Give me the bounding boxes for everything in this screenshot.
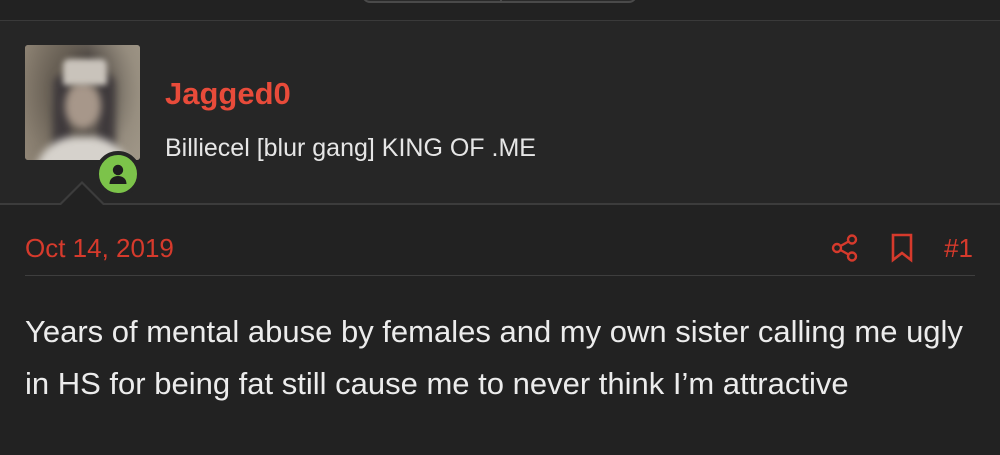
pagination-control[interactable] [362,0,637,3]
post-number-link[interactable]: #1 [944,233,973,263]
user-header: Jagged0 Billiecel [blur gang] KING OF .M… [0,21,1000,204]
post-actions: #1 [800,231,973,265]
user-icon [109,164,127,184]
user-title: Billiecel [blur gang] KING OF .ME [165,134,536,162]
avatar-crown [63,59,107,85]
avatar[interactable] [25,45,140,160]
post-body: Years of mental abuse by females and my … [25,314,963,401]
post-date-link[interactable]: Oct 14, 2019 [25,233,174,263]
bookmark-icon[interactable] [890,233,914,263]
username-link[interactable]: Jagged0 [165,76,291,112]
meta-divider [25,275,975,276]
share-icon[interactable] [830,233,860,263]
header-divider [0,203,1000,205]
forum-post-page: Jagged0 Billiecel [blur gang] KING OF .M… [0,0,1000,455]
avatar-face [65,83,101,129]
pagination-divider [500,0,502,1]
header-pointer-fill [60,184,104,206]
